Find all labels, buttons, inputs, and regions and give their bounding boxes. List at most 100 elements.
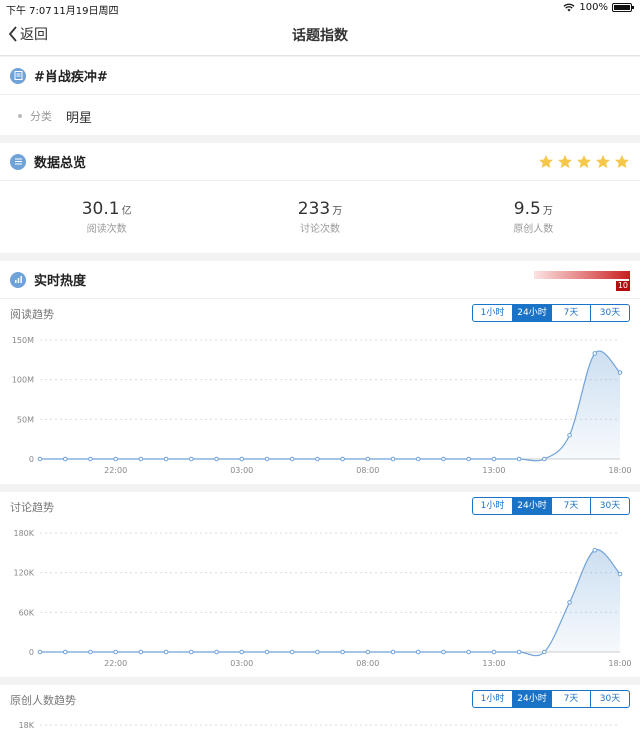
heat-value-badge: 10 [615, 281, 630, 291]
range-tab[interactable]: 7天 [551, 691, 590, 707]
range-tabs: 1小时 24小时 7天 30天 [472, 690, 630, 708]
range-tab[interactable]: 24小时 [512, 305, 551, 321]
star-icon [596, 155, 610, 168]
stat-discuss: 233 万 讨论次数 [213, 181, 426, 253]
chart-card-discuss: 讨论趋势 1小时 24小时 7天 30天 0 60K 120K 180K 22:00 03:00… [0, 492, 640, 677]
x-tick-label: 13:00 [482, 466, 505, 475]
range-tab[interactable]: 30天 [590, 691, 629, 707]
y-tick-label: 100M [12, 376, 34, 385]
range-tab[interactable]: 1小时 [473, 305, 512, 321]
x-tick-label: 03:00 [230, 659, 253, 668]
stat-value: 30.1 [81, 199, 120, 219]
chart-title: 讨论趋势 [10, 501, 54, 514]
data-point [138, 456, 144, 462]
realtime-card: 实时热度 10 [0, 261, 640, 299]
data-point [592, 547, 598, 553]
stat-label: 阅读次数 [86, 224, 127, 235]
x-tick-label: 08:00 [356, 659, 379, 668]
status-bar: 下午 7:07 11月19日周四 100% [0, 0, 640, 17]
x-tick-label: 08:00 [356, 466, 379, 475]
data-point [239, 456, 245, 462]
range-tab[interactable]: 7天 [551, 305, 590, 321]
data-point [415, 456, 421, 462]
data-point [617, 571, 623, 577]
chart-card-read: 阅读趋势 1小时 24小时 7天 30天 0 50M 100M 150M 22:00 03:00… [0, 299, 640, 484]
data-point [62, 456, 68, 462]
battery-percent: 100% [579, 2, 608, 13]
star-icon [577, 155, 591, 168]
data-point [264, 649, 270, 655]
range-tab[interactable]: 1小时 [473, 498, 512, 514]
y-tick-label: 0 [29, 455, 34, 464]
stat-original: 9.5 万 原创人数 [427, 181, 640, 253]
data-point [542, 649, 547, 655]
y-tick-label: 50M [17, 415, 34, 424]
realtime-header: 实时热度 10 [0, 261, 640, 299]
data-point [315, 456, 320, 462]
data-point [62, 649, 68, 655]
topic-card: #肖战疾冲# 分类 明星 [0, 57, 640, 135]
topic-header: #肖战疾冲# [0, 57, 640, 95]
data-point [617, 370, 623, 375]
data-point [466, 649, 471, 655]
star-icon [558, 155, 572, 168]
data-point [37, 649, 43, 655]
chart-icon [10, 271, 26, 288]
stat-label: 讨论次数 [299, 224, 340, 235]
category-label: 分类 [30, 110, 52, 123]
status-time: 下午 7:07 [6, 6, 52, 17]
data-point [340, 456, 345, 462]
range-tab[interactable]: 30天 [590, 305, 629, 321]
data-point [289, 649, 295, 655]
x-tick-label: 13:00 [482, 659, 505, 668]
battery-icon [612, 3, 634, 12]
range-tab[interactable]: 30天 [590, 498, 629, 514]
status-date: 11月19日周四 [53, 6, 119, 17]
range-tab[interactable]: 1小时 [473, 691, 512, 707]
chart-title: 原创人数趋势 [10, 694, 76, 707]
data-point [88, 649, 93, 655]
chart-title: 阅读趋势 [10, 308, 54, 321]
list-icon [10, 153, 26, 170]
stat-read: 30.1 亿 阅读次数 [0, 181, 213, 253]
x-tick-label: 22:00 [104, 659, 127, 668]
data-point [365, 456, 371, 462]
star-icon [615, 155, 629, 168]
navigation-bar: 返回 话题指数 [0, 16, 640, 56]
data-point [466, 456, 471, 462]
stat-unit: 万 [332, 206, 343, 217]
y-tick-label: 0 [29, 648, 34, 657]
data-point [239, 649, 245, 655]
x-tick-label: 03:00 [230, 466, 253, 475]
stat-unit: 亿 [121, 206, 132, 217]
y-tick-label: 60K [19, 608, 35, 617]
data-point [264, 456, 270, 462]
overview-card: 数据总览 30.1 亿 阅读次数 233 万 讨论次数 9.5 万 原创人数 [0, 143, 640, 253]
data-point [390, 649, 396, 655]
range-tab[interactable]: 7天 [551, 498, 590, 514]
chart-header: 讨论趋势 1小时 24小时 7天 30天 [0, 492, 640, 522]
data-point [189, 456, 194, 462]
data-point [113, 649, 118, 655]
y-tick-label: 120K [13, 569, 34, 578]
overview-header: 数据总览 [0, 143, 640, 181]
data-point [491, 649, 497, 655]
x-tick-label: 18:00 [608, 659, 631, 668]
data-point [365, 649, 371, 655]
original-trend-chart: 18K [19, 721, 620, 730]
data-point [138, 649, 144, 655]
category-value: 明星 [66, 110, 93, 126]
data-point [163, 649, 169, 655]
range-tab[interactable]: 24小时 [512, 498, 551, 514]
rating-stars [538, 154, 630, 170]
back-button[interactable]: 返回 [8, 24, 48, 44]
heat-gradient-bar [534, 271, 630, 282]
stat-label: 原创人数 [513, 224, 554, 235]
data-point [88, 456, 93, 462]
range-tab[interactable]: 24小时 [512, 691, 551, 707]
series-area [40, 351, 620, 461]
data-point [315, 649, 320, 655]
back-label: 返回 [20, 27, 48, 43]
data-point [214, 456, 219, 462]
series-area [40, 549, 620, 656]
